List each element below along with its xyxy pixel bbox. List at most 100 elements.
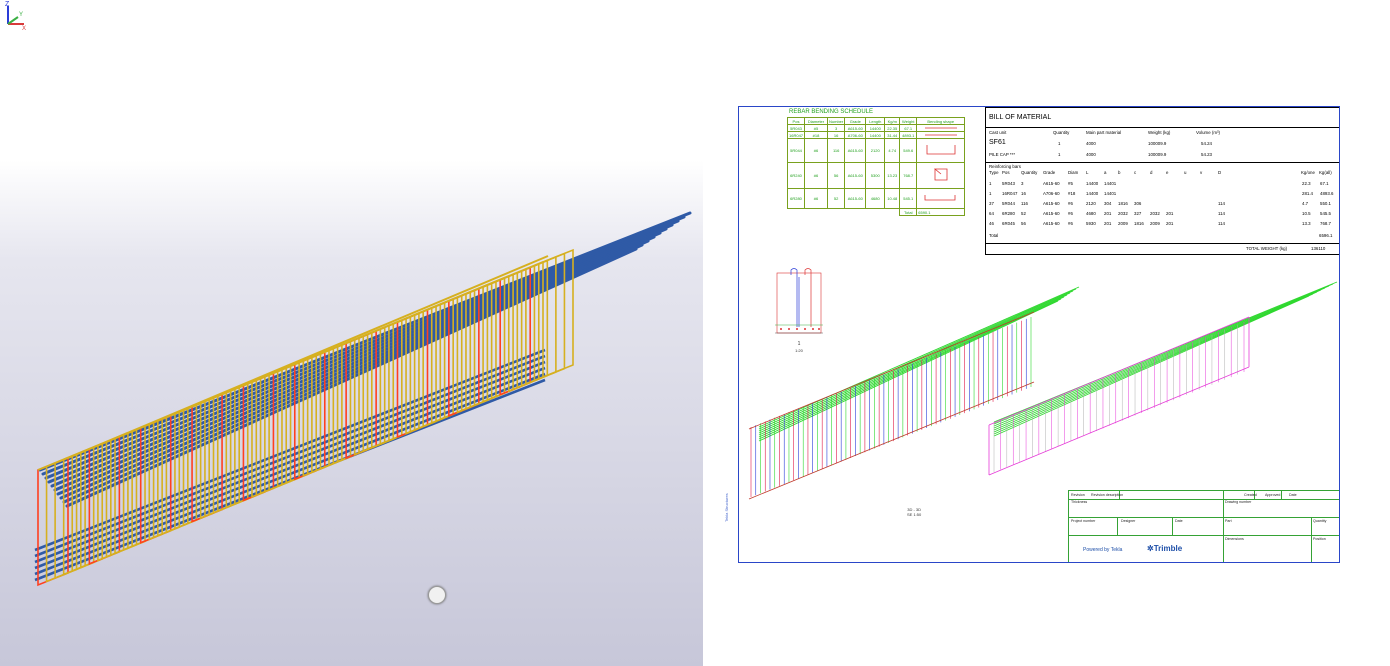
trimble-brand: Trimble xyxy=(1153,544,1183,553)
bom-reinf-cell: 14400 xyxy=(1086,181,1099,186)
rebar-line xyxy=(65,247,638,508)
straight-bar-shape-icon xyxy=(924,134,957,136)
bom-reinf-cell: 5930 xyxy=(1086,221,1096,226)
bom-reinf-cell: 2009 xyxy=(1118,221,1128,226)
bom-reinf-cell: 46 xyxy=(989,221,994,226)
bom-cell: 1 xyxy=(1058,152,1061,157)
tb-cell: Designer xyxy=(1121,519,1136,523)
bom-reinf-cell: #6 xyxy=(1068,201,1073,206)
bending-shape-cell xyxy=(916,138,966,163)
drawing-3d-views xyxy=(748,281,1338,500)
tb-cell: Drawing number xyxy=(1225,500,1252,504)
cell: 5R043 xyxy=(786,124,806,132)
bom-reinf-cell: 6R280 xyxy=(1002,211,1015,216)
cell: 5300 xyxy=(865,162,886,189)
schedule-col: Number xyxy=(827,117,846,125)
view-label-line2: SE 1:50 xyxy=(907,512,922,517)
bom-reinf-cell: 14401 xyxy=(1104,191,1117,196)
bom-cell: PILE CAP *** xyxy=(989,152,1016,157)
bom-reinf-cell: 16 xyxy=(1021,191,1026,196)
cell: 31.44 xyxy=(884,131,901,139)
bom-reinf-cell: #6 xyxy=(1068,221,1073,226)
cell: 545.1 xyxy=(899,188,918,209)
bom-cell: 54.24 xyxy=(1201,141,1212,146)
bom-reinf-cell: 545.5 xyxy=(1320,211,1331,216)
cell: 10.48 xyxy=(884,188,901,209)
navigation-cube-icon[interactable] xyxy=(428,586,446,604)
bending-shape-cell xyxy=(916,124,966,132)
cell: 14400 xyxy=(865,131,886,139)
bom-reinf-cell: 67.1 xyxy=(1320,181,1329,186)
bom-reinf-label: Reinforcing bars xyxy=(989,164,1021,169)
bom-reinf-cell: 327 xyxy=(1134,211,1142,216)
bom-reinf-cell: 768.7 xyxy=(1320,221,1331,226)
bom-reinf-head-cell: L xyxy=(1086,170,1089,175)
cell: A706-60 xyxy=(844,131,867,139)
drawing-rebar-line xyxy=(993,295,1310,437)
cell: 67.1 xyxy=(899,124,918,132)
cell: 22.35 xyxy=(884,124,901,132)
bom-reinf-cell: 550.1 xyxy=(1320,201,1331,206)
straight-bar-shape-icon xyxy=(924,127,957,129)
cell: #6 xyxy=(804,162,829,189)
bom-reinf-cell: 1 xyxy=(989,191,992,196)
schedule-header-row: Pos Diameter Number Grade Length Kg/m We… xyxy=(786,117,966,125)
bom-reinf-cell: #6 xyxy=(1068,211,1073,216)
cell: 13.23 xyxy=(884,162,901,189)
schedule-total-row: Total 6590.1 xyxy=(788,208,966,216)
drawing-sheet[interactable]: REBAR BENDING SCHEDULE Pos Diameter Numb… xyxy=(738,106,1340,563)
cell: 14400 xyxy=(865,124,886,132)
bom-reinf-cell: 5R044 xyxy=(1002,201,1015,206)
schedule-title: REBAR BENDING SCHEDULE xyxy=(789,109,874,115)
drawing-rebar-line xyxy=(993,287,1326,429)
bom-reinf-cell: 201 xyxy=(1166,221,1174,226)
schedule-col: Bending shape xyxy=(916,117,966,125)
bom-head-cell: Main part material xyxy=(1086,130,1122,135)
cell: 4.74 xyxy=(884,138,901,163)
stirrup-shape-icon xyxy=(933,168,948,181)
bom-cell: 1 xyxy=(1058,141,1061,146)
schedule-table: Pos Diameter Number Grade Length Kg/m We… xyxy=(786,117,966,216)
bom-reinf-cell: 2120 xyxy=(1086,201,1096,206)
bom-reinf-cell: 281.4 xyxy=(1302,191,1313,196)
cell: 2120 xyxy=(865,138,886,163)
tb-cell: Date xyxy=(1175,519,1183,523)
bom-reinf-cell: 2009 xyxy=(1150,221,1160,226)
bom-head-cell: Quantity xyxy=(1053,130,1070,135)
bom-reinf-cell: 52 xyxy=(1021,211,1026,216)
bom-reinf-cell: A706-60 xyxy=(1043,191,1060,196)
bom-cell: 100009.9 xyxy=(1148,152,1167,157)
cell: 6590.1 xyxy=(916,208,966,216)
cell: 4893.1 xyxy=(899,131,918,139)
bom-reinf-cell: 1816 xyxy=(1134,221,1144,226)
bom-reinf-cell: 4680 xyxy=(1086,211,1096,216)
rebar-cage-3d-model xyxy=(34,211,692,587)
cell: A615-60 xyxy=(844,124,867,132)
table-row: 6R280 #6 52 A615-60 4680 10.48 545.1 xyxy=(786,188,966,209)
bom-reinf-cell: A615-60 xyxy=(1043,211,1060,216)
bom-header: BILL OF MATERIAL xyxy=(986,108,1339,128)
drawing-rebar-line xyxy=(988,316,1250,426)
bom-total-label: Total xyxy=(989,233,999,238)
table-row: 16R047 #18 16 A706-60 14400 31.44 4893.1 xyxy=(786,131,966,139)
cell: 116 xyxy=(827,138,846,163)
u-bar-shape-icon xyxy=(926,145,956,155)
bom-reinf-head-cell: Kg/one xyxy=(1301,170,1315,175)
bom-cell: SF61 xyxy=(989,139,1006,146)
bom-reinf-cell: A615-60 xyxy=(1043,201,1060,206)
bom-reinf-cell: 6R045 xyxy=(1002,221,1015,226)
trimble-logo: ✲Trimble xyxy=(1147,544,1182,553)
bom-reinf-cell: #5 xyxy=(1068,181,1073,186)
bom-reinf-cell: 201 xyxy=(1166,211,1174,216)
bom-reinf-label-row: Reinforcing bars xyxy=(986,162,1339,169)
bom-reinf-head-cell: v xyxy=(1200,170,1203,175)
cell: #5 xyxy=(804,124,829,132)
bom-reinf-cell: A615-60 xyxy=(1043,221,1060,226)
schedule-col: Diameter xyxy=(804,117,829,125)
bom-reinf-cell: 114 xyxy=(1218,211,1225,216)
bom-reinf-head-cell: Quantity xyxy=(1021,170,1038,175)
drawing-rebar-line xyxy=(993,293,1314,435)
tb-cell: Dimensions xyxy=(1225,537,1244,541)
3d-model-viewport[interactable]: Z X Y xyxy=(0,0,703,666)
table-row: 5R043 #5 3 A615-60 14400 22.35 67.1 xyxy=(786,124,966,132)
